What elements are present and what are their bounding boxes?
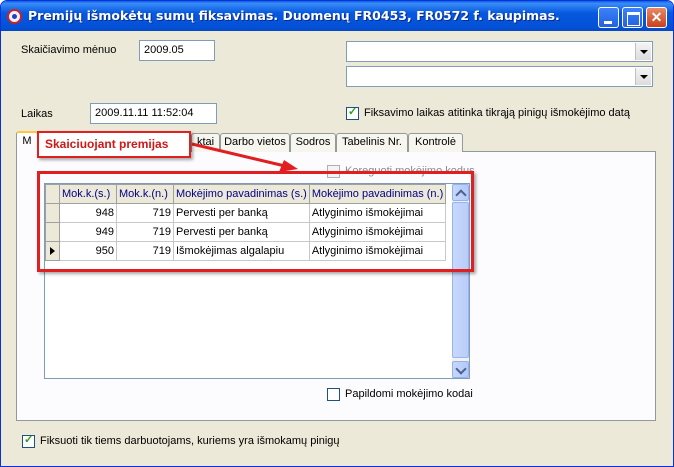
main-window: Premijų išmokėtų sumų fiksavimas. Duomen…: [0, 0, 674, 467]
annotation-callout: Skaiciuojant premijas: [37, 131, 191, 158]
annotation-arrow-icon: [191, 142, 298, 172]
